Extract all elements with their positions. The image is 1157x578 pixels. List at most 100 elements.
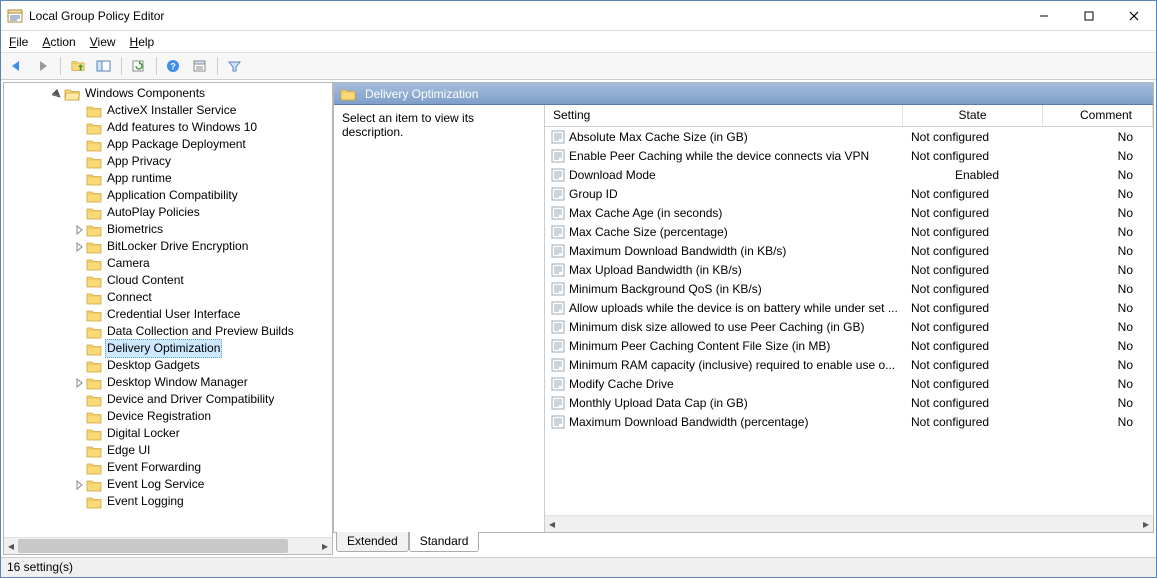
column-setting[interactable]: Setting — [545, 105, 903, 126]
tree-item[interactable]: Desktop Window Manager — [4, 374, 332, 391]
tree-item[interactable]: Edge UI — [4, 442, 332, 459]
maximize-button[interactable] — [1066, 1, 1111, 30]
list-row[interactable]: Minimum Background QoS (in KB/s)Not conf… — [545, 279, 1153, 298]
folder-icon — [86, 308, 102, 322]
tree-item[interactable]: Add features to Windows 10 — [4, 119, 332, 136]
column-comment[interactable]: Comment — [1043, 105, 1153, 126]
properties-button[interactable] — [188, 55, 212, 77]
cell-comment: No — [1043, 358, 1153, 372]
tree-item[interactable]: Event Forwarding — [4, 459, 332, 476]
tree-item[interactable]: App runtime — [4, 170, 332, 187]
column-state[interactable]: State — [903, 105, 1043, 126]
tree-item[interactable]: Application Compatibility — [4, 187, 332, 204]
tree-item[interactable]: AutoPlay Policies — [4, 204, 332, 221]
list-row[interactable]: Minimum Peer Caching Content File Size (… — [545, 336, 1153, 355]
tree-item[interactable]: Event Logging — [4, 493, 332, 510]
tree-item-label: Desktop Gadgets — [105, 357, 202, 374]
tree-item-label: Camera — [105, 255, 152, 272]
toolbar-separator — [121, 57, 122, 75]
setting-icon — [551, 282, 565, 296]
tree-item[interactable]: Camera — [4, 255, 332, 272]
scroll-right-icon[interactable]: ▸ — [1139, 516, 1153, 532]
cell-setting: Maximum Download Bandwidth (percentage) — [545, 415, 903, 429]
scroll-left-icon[interactable]: ◂ — [4, 538, 18, 554]
cell-setting: Max Cache Age (in seconds) — [545, 206, 903, 220]
list-row[interactable]: Absolute Max Cache Size (in GB)Not confi… — [545, 127, 1153, 146]
tree-item[interactable]: Desktop Gadgets — [4, 357, 332, 374]
tree-pane: Windows Components ActiveX Installer Ser… — [3, 82, 333, 555]
setting-icon — [551, 263, 565, 277]
status-text: 16 setting(s) — [7, 560, 73, 574]
twisty-closed-icon[interactable] — [72, 480, 86, 490]
tree-item-label: Data Collection and Preview Builds — [105, 323, 296, 340]
tree-item[interactable]: Device and Driver Compatibility — [4, 391, 332, 408]
list-row[interactable]: Enable Peer Caching while the device con… — [545, 146, 1153, 165]
menu-file[interactable]: File — [9, 35, 28, 49]
tree-item[interactable]: Data Collection and Preview Builds — [4, 323, 332, 340]
scrollbar-thumb[interactable] — [18, 539, 288, 553]
tree-item[interactable]: BitLocker Drive Encryption — [4, 238, 332, 255]
menu-help[interactable]: Help — [130, 35, 155, 49]
tree-item[interactable]: App Privacy — [4, 153, 332, 170]
setting-icon — [551, 206, 565, 220]
twisty-closed-icon[interactable] — [72, 242, 86, 252]
cell-comment: No — [1043, 415, 1153, 429]
tab-standard[interactable]: Standard — [409, 532, 480, 552]
list-row[interactable]: Modify Cache DriveNot configuredNo — [545, 374, 1153, 393]
tree-item[interactable]: ActiveX Installer Service — [4, 102, 332, 119]
list-row[interactable]: Maximum Download Bandwidth (in KB/s)Not … — [545, 241, 1153, 260]
filter-button[interactable] — [223, 55, 247, 77]
list-row[interactable]: Max Cache Size (percentage)Not configure… — [545, 222, 1153, 241]
tab-extended[interactable]: Extended — [336, 532, 409, 552]
menu-view[interactable]: View — [90, 35, 116, 49]
right-pane: Delivery Optimization Select an item to … — [333, 82, 1154, 555]
list-row[interactable]: Group IDNot configuredNo — [545, 184, 1153, 203]
cell-comment: No — [1043, 206, 1153, 220]
help-button[interactable]: ? — [162, 55, 186, 77]
tree-root[interactable]: Windows Components — [4, 85, 332, 102]
twisty-closed-icon[interactable] — [72, 378, 86, 388]
tree-item[interactable]: Credential User Interface — [4, 306, 332, 323]
up-button[interactable] — [66, 55, 90, 77]
cell-state: Not configured — [903, 396, 1043, 410]
forward-button[interactable] — [31, 55, 55, 77]
list-row[interactable]: Monthly Upload Data Cap (in GB)Not confi… — [545, 393, 1153, 412]
list-row[interactable]: Max Upload Bandwidth (in KB/s)Not config… — [545, 260, 1153, 279]
tree-item[interactable]: Digital Locker — [4, 425, 332, 442]
tree-item-label: Application Compatibility — [105, 187, 240, 204]
twisty-open-icon[interactable] — [50, 89, 64, 99]
list-row[interactable]: Minimum disk size allowed to use Peer Ca… — [545, 317, 1153, 336]
tree-item[interactable]: Cloud Content — [4, 272, 332, 289]
list-row[interactable]: Download ModeEnabledNo — [545, 165, 1153, 184]
show-hide-tree-button[interactable] — [92, 55, 116, 77]
tree-item[interactable]: Delivery Optimization — [4, 340, 332, 357]
minimize-button[interactable] — [1021, 1, 1066, 30]
scroll-right-icon[interactable]: ▸ — [318, 538, 332, 554]
tree-scroll[interactable]: Windows Components ActiveX Installer Ser… — [4, 83, 332, 537]
list-row[interactable]: Maximum Download Bandwidth (percentage) N… — [545, 412, 1153, 431]
tree-item[interactable]: Biometrics — [4, 221, 332, 238]
list-horizontal-scrollbar[interactable]: ◂ ▸ — [545, 515, 1153, 532]
setting-icon — [551, 149, 565, 163]
twisty-closed-icon[interactable] — [72, 225, 86, 235]
tree-item[interactable]: Connect — [4, 289, 332, 306]
tree-item[interactable]: App Package Deployment — [4, 136, 332, 153]
close-button[interactable] — [1111, 1, 1156, 30]
menu-action[interactable]: Action — [42, 35, 75, 49]
folder-icon — [86, 359, 102, 373]
tree-item-label: App Package Deployment — [105, 136, 248, 153]
tree-item[interactable]: Device Registration — [4, 408, 332, 425]
right-container: Delivery Optimization Select an item to … — [333, 82, 1154, 533]
tree-item-label: Edge UI — [105, 442, 152, 459]
tree-horizontal-scrollbar[interactable]: ◂ ▸ — [4, 537, 332, 554]
scroll-left-icon[interactable]: ◂ — [545, 516, 559, 532]
cell-state: Enabled — [903, 168, 1043, 182]
back-button[interactable] — [5, 55, 29, 77]
tree-item[interactable]: Event Log Service — [4, 476, 332, 493]
list-rows[interactable]: Absolute Max Cache Size (in GB)Not confi… — [545, 127, 1153, 515]
cell-setting-label: Max Upload Bandwidth (in KB/s) — [569, 263, 742, 277]
list-row[interactable]: Minimum RAM capacity (inclusive) require… — [545, 355, 1153, 374]
list-row[interactable]: Allow uploads while the device is on bat… — [545, 298, 1153, 317]
refresh-button[interactable] — [127, 55, 151, 77]
list-row[interactable]: Max Cache Age (in seconds)Not configured… — [545, 203, 1153, 222]
